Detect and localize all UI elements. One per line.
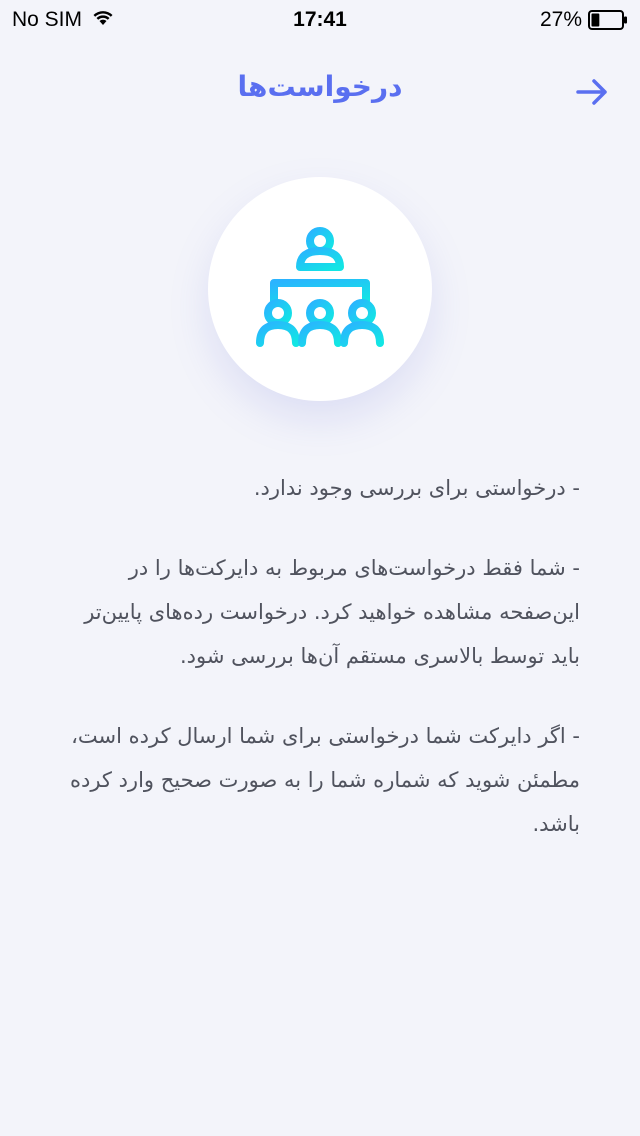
battery-icon [588,10,628,30]
info-paragraph: - اگر دایرکت شما درخواستی برای شما ارسال… [69,724,580,836]
nav-bar: درخواست‌ها [0,60,640,122]
hierarchy-people-icon [252,221,388,357]
battery-percent: 27% [539,8,582,31]
info-paragraph: - شما فقط درخواست‌های مربوط به دایرکت‌ها… [84,556,580,668]
arrow-right-icon [572,79,612,116]
status-bar: No SIM 17:41 27% [0,0,640,40]
hero-illustration [208,177,432,401]
info-text-block: - درخواستی برای بررسی وجود ندارد. - شما … [58,466,580,882]
info-paragraph: - درخواستی برای بررسی وجود ندارد. [253,476,580,500]
status-right: 27% [540,8,628,32]
back-button[interactable] [572,72,612,112]
page-title: درخواست‌ها [237,70,403,103]
